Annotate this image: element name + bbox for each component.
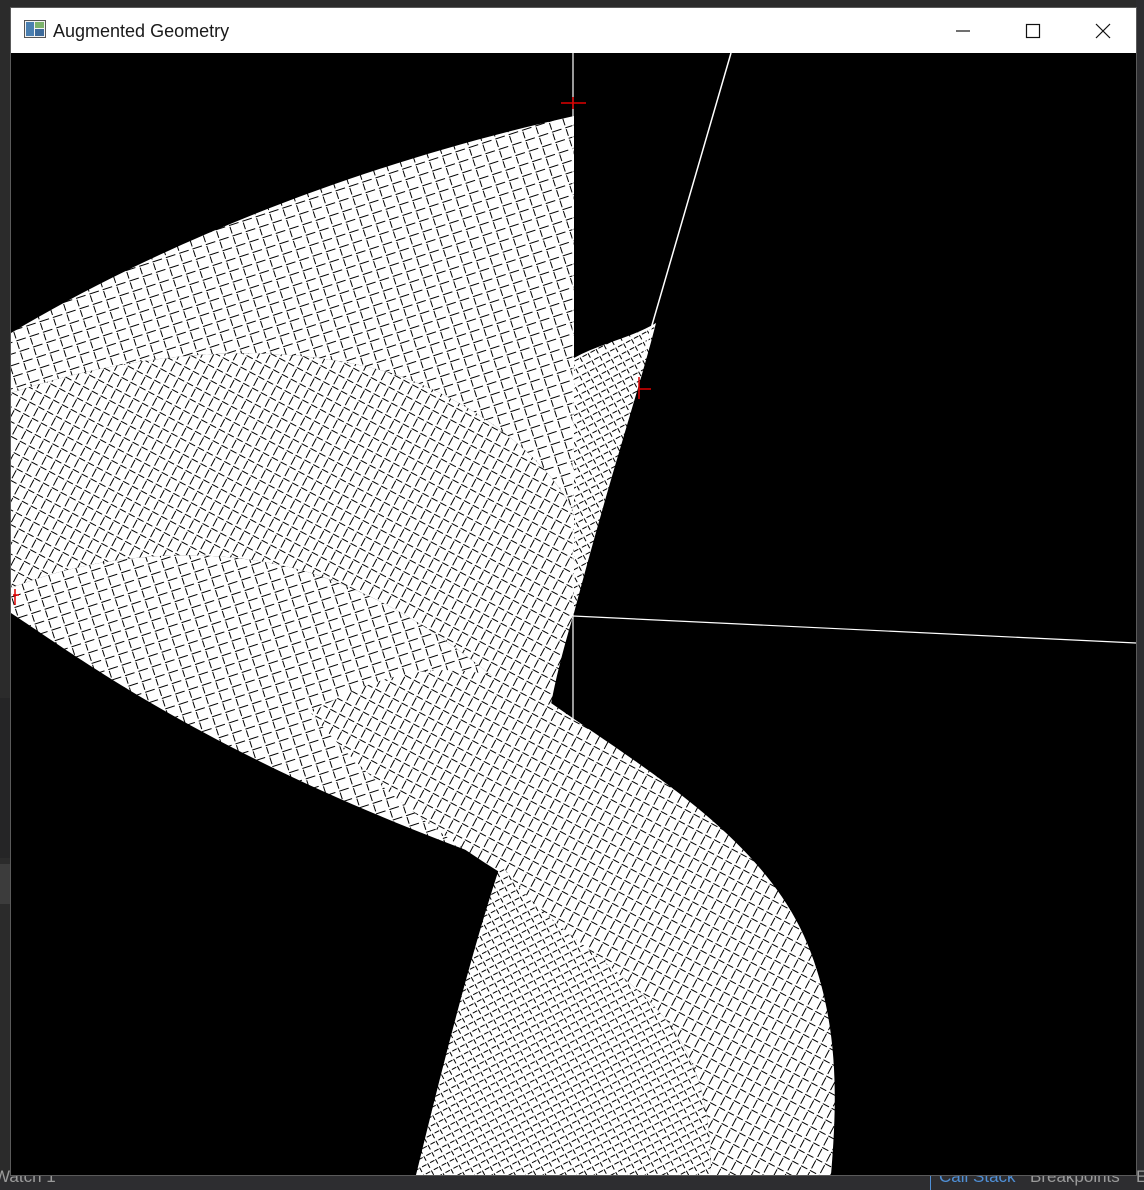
app-window: Augmented Geometry [10,7,1137,1176]
minimize-button[interactable] [928,8,998,53]
window-app-icon [24,20,46,38]
minimize-icon [956,29,970,32]
surface-plot [11,53,1136,1175]
render-canvas[interactable] [11,53,1136,1175]
maximize-button[interactable] [998,8,1068,53]
title-bar[interactable]: Augmented Geometry [11,8,1136,53]
tab-more[interactable]: E [1136,1164,1144,1190]
maximize-icon [1025,23,1041,38]
close-button[interactable] [1068,8,1138,53]
close-icon [1095,23,1111,38]
window-title: Augmented Geometry [53,21,230,41]
background-edge [1136,0,1144,1190]
